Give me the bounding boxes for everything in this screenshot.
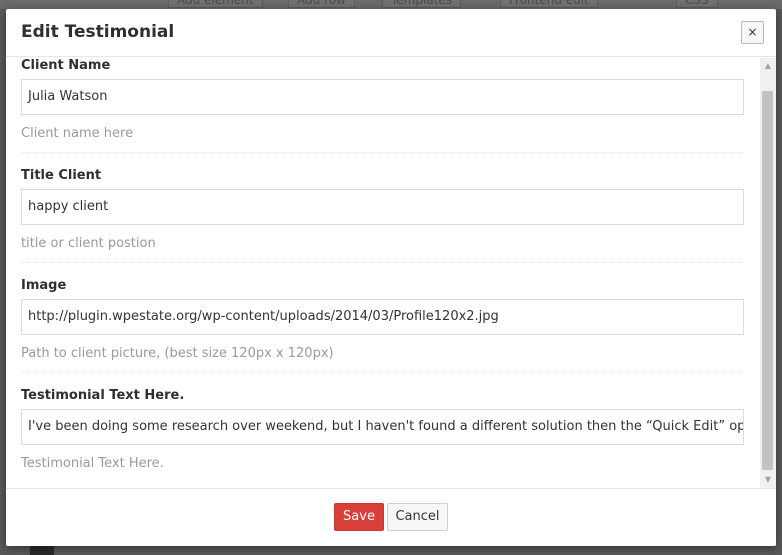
field-divider <box>21 372 744 373</box>
field-title-client: Title Client happy client title or clien… <box>21 168 744 263</box>
field-divider <box>21 152 744 153</box>
dialog-title: Edit Testimonial <box>21 22 175 42</box>
title-client-description: title or client postion <box>21 236 156 251</box>
bg-css: CSS <box>676 0 718 8</box>
dialog-body[interactable]: Client Name Julia Watson Client name her… <box>6 58 776 488</box>
bg-add-element: Add element <box>168 0 263 8</box>
scroll-up-icon[interactable]: ▲ <box>760 58 776 74</box>
testimonial-text-input[interactable]: I've been doing some research over weeke… <box>21 409 744 445</box>
image-url-input[interactable]: http://plugin.wpestate.org/wp-content/up… <box>21 299 744 335</box>
field-testimonial-text: Testimonial Text Here. I've been doing s… <box>21 388 744 471</box>
edit-testimonial-dialog: Edit Testimonial × Client Name Julia Wat… <box>6 9 776 546</box>
scroll-down-icon[interactable]: ▼ <box>760 472 776 488</box>
client-name-description: Client name here <box>21 126 134 141</box>
body-scrollbar[interactable]: ▲ ▼ <box>760 58 776 488</box>
field-client-name: Client Name Julia Watson Client name her… <box>21 58 744 153</box>
title-client-label: Title Client <box>21 168 102 183</box>
client-name-input[interactable]: Julia Watson <box>21 79 744 115</box>
save-button[interactable]: Save <box>334 503 384 531</box>
bg-add-row: Add row <box>288 0 355 8</box>
bg-templates: Templates <box>382 0 462 8</box>
scroll-thumb[interactable] <box>762 91 773 470</box>
image-description: Path to client picture, (best size 120px… <box>21 346 334 361</box>
field-image: Image http://plugin.wpestate.org/wp-cont… <box>21 278 744 373</box>
image-label: Image <box>21 278 67 293</box>
client-name-label: Client Name <box>21 58 111 73</box>
field-divider <box>21 262 744 263</box>
background-avatar <box>30 546 54 555</box>
background-content <box>0 546 782 555</box>
dialog-footer: Save Cancel <box>6 488 776 546</box>
testimonial-text-description: Testimonial Text Here. <box>21 456 164 471</box>
title-client-input[interactable]: happy client <box>21 189 744 225</box>
bg-frontend-edit: Frontend edit <box>500 0 598 8</box>
testimonial-text-label: Testimonial Text Here. <box>21 388 185 403</box>
dialog-header: Edit Testimonial × <box>6 9 776 57</box>
cancel-button[interactable]: Cancel <box>387 503 448 531</box>
close-button[interactable]: × <box>741 21 764 44</box>
background-toolbar: Add element Add row Templates Frontend e… <box>0 0 782 9</box>
